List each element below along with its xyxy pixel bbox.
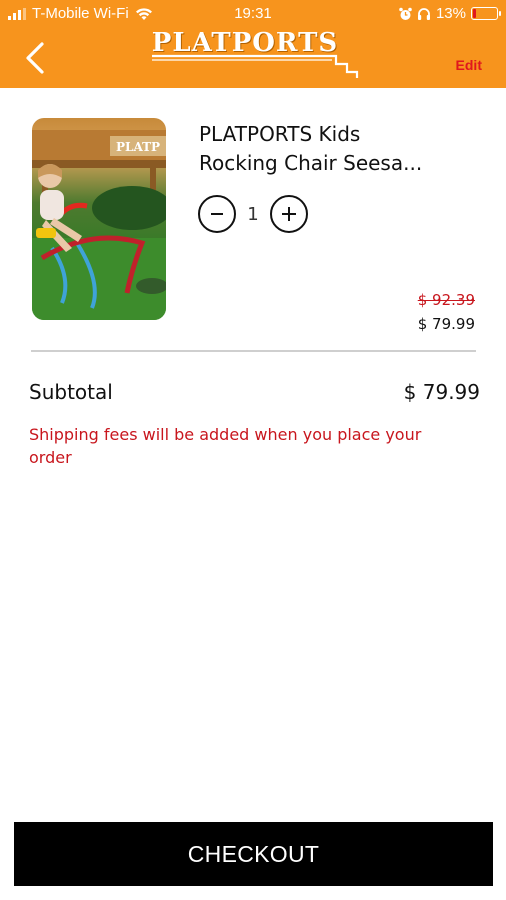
increase-quantity-button[interactable] xyxy=(270,195,308,233)
chevron-left-icon xyxy=(26,42,44,74)
headphones-icon xyxy=(417,7,430,20)
shipping-fee-notice: Shipping fees will be added when you pla… xyxy=(29,425,422,467)
app-header: T-Mobile Wi-Fi 19:31 13% PLATPORTS Edit xyxy=(0,0,506,88)
subtotal-value: $ 79.99 xyxy=(403,380,480,404)
quantity-stepper: 1 xyxy=(198,195,308,233)
subtotal-label: Subtotal xyxy=(29,380,113,404)
product-image: PLATP xyxy=(32,118,166,320)
image-sign-text: PLATP xyxy=(116,140,160,154)
edit-button[interactable]: Edit xyxy=(456,57,482,73)
back-button[interactable] xyxy=(20,38,54,78)
status-right: 13% xyxy=(399,5,501,22)
battery-percentage: 13% xyxy=(435,5,466,22)
product-photo-illustration: PLATP xyxy=(32,130,166,320)
plus-icon xyxy=(282,207,296,221)
quantity-value: 1 xyxy=(247,203,259,225)
decrease-quantity-button[interactable] xyxy=(198,195,236,233)
battery-icon xyxy=(471,7,501,20)
platports-logo: PLATPORTS xyxy=(150,28,360,80)
alarm-clock-icon xyxy=(399,7,412,20)
product-title[interactable]: PLATPORTS Kids Rocking Chair Seesa... xyxy=(199,120,484,178)
item-divider xyxy=(31,350,476,352)
sale-price: $ 79.99 xyxy=(417,315,475,333)
battery-level-fill xyxy=(473,9,476,18)
original-price: $ 92.39 xyxy=(417,291,475,309)
logo-stairs-graphic xyxy=(152,54,359,78)
minus-icon xyxy=(211,213,223,215)
status-bar: T-Mobile Wi-Fi 19:31 13% xyxy=(0,0,506,30)
checkout-button[interactable]: CHECKOUT xyxy=(14,822,493,886)
